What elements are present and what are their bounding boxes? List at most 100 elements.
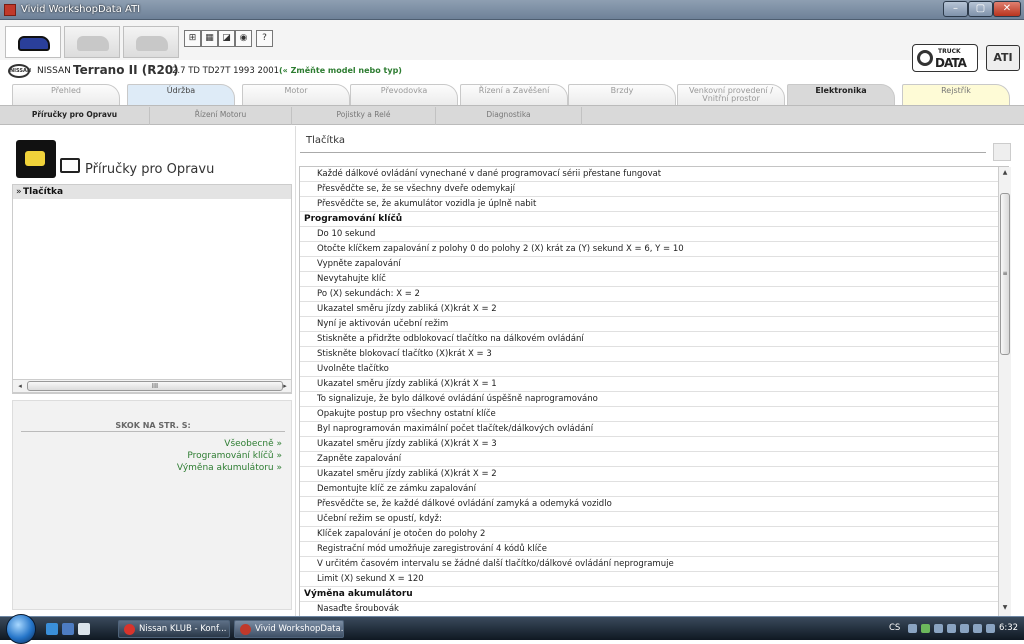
close-button[interactable]: ✕ [993,1,1021,17]
minimize-button[interactable]: – [943,1,968,17]
list-item: Do 10 sekund [300,227,1009,242]
subtab-diagnostika[interactable]: Diagnostika [436,107,582,125]
jump-to-box: SKOK NA STR. S: Všeobecně » Programování… [12,400,292,610]
tab-label: Motor [284,86,308,95]
subtab-rizeni-motoru[interactable]: Řízení Motoru [150,107,292,125]
tab-rizeni-a-zaveseni[interactable]: Řízení a Zavěšení [460,84,568,105]
tab-prehled[interactable]: Přehled [12,84,120,105]
car-icon [18,36,50,51]
list-item: Každé dálkové ovládání vynechané v dané … [300,167,1009,182]
section-title: Příručky pro Opravu [85,162,215,177]
maximize-button[interactable]: ▢ [968,1,993,17]
tray-monitor-icon[interactable] [973,624,982,633]
show-desktop-icon[interactable] [78,623,90,635]
clock[interactable]: 6:32 [999,623,1018,633]
list-section-header: Programování klíčů [300,212,1009,227]
wiring-diagram-icon [16,140,56,178]
list-item: V určitém časovém intervalu se žádné dal… [300,557,1009,572]
window-title: Vivid WorkshopData ATI [21,4,141,15]
list-item: Ukazatel směru jízdy zabliká (X)krát X =… [300,302,1009,317]
tab-rejstrik[interactable]: Rejstřík [902,84,1010,105]
tools-icon[interactable]: ⊞ [184,30,201,47]
tray-help-icon[interactable] [908,624,917,633]
scroll-left-icon[interactable]: ◂ [14,381,26,391]
scroll-up-icon[interactable]: ▲ [1000,168,1010,178]
tab-venkovni-provedeni[interactable]: Venkovní provedení / Vnitřní prostor [677,84,785,105]
task-nissan-klub[interactable]: Nissan KLUB - Konf... [118,620,230,638]
content-panel: Tlačítka Každé dálkové ovládání vynechan… [296,126,1024,616]
globe-icon[interactable]: ◉ [235,30,252,47]
truck-mode-tab[interactable] [123,26,179,58]
list-item: To signalizuje, že bylo dálkové ovládání… [300,392,1009,407]
window-titlebar[interactable]: Vivid WorkshopData ATI – ▢ ✕ [0,0,1024,20]
list-item: Přesvědčte se, že každé dálkové ovládání… [300,497,1009,512]
list-item: Přesvědčte se, že akumulátor vozidla je … [300,197,1009,212]
tab-prevodovka[interactable]: Převodovka [350,84,458,105]
subtab-pojistky[interactable]: Pojistky a Relé [292,107,436,125]
tab-label: Brzdy [610,86,634,95]
taskbar: Nissan KLUB - Konf... Vivid WorkshopData… [0,614,1024,644]
list-item: Stiskněte a přidržte odblokovací tlačítk… [300,332,1009,347]
tab-label: Elektronika [815,86,867,95]
ie-icon[interactable] [46,623,58,635]
tray-device-icon[interactable] [960,624,969,633]
instruction-list: Každé dálkové ovládání vynechané v dané … [299,166,1009,616]
list-item: Nyní je aktivován učební režim [300,317,1009,332]
app-icon [240,624,251,635]
subtab-prirucky[interactable]: Příručky pro Opravu [0,107,150,125]
print-icon[interactable]: ▦ [201,30,218,47]
tab-label: Převodovka [380,86,428,95]
tab-label-line2: Vnitřní prostor [702,94,760,103]
scroll-thumb[interactable]: ≡ [1000,193,1010,355]
tree-horizontal-scrollbar[interactable]: ◂ III ▸ [12,379,292,393]
firefox-icon[interactable] [62,623,74,635]
scroll-thumb[interactable]: III [27,381,283,391]
change-model-link[interactable]: (« Změňte model nebo typ) [279,66,402,75]
content-vertical-scrollbar[interactable]: ▲ ≡ ▼ [998,167,1011,616]
tab-label: Řízení a Zavěšení [478,86,550,95]
vehicle-model: Terrano II (R20) [73,63,179,77]
jump-link-programovani[interactable]: Programování klíčů » [187,451,282,461]
opera-icon [124,624,135,635]
vehicle-make: NISSAN [37,66,71,76]
motorcycle-icon [77,36,109,51]
print-page-icon[interactable] [993,143,1011,161]
tray-security-icon[interactable] [934,624,943,633]
scroll-right-icon[interactable]: ▸ [279,381,291,391]
tab-brzdy[interactable]: Brzdy [568,84,676,105]
tab-motor[interactable]: Motor [242,84,350,105]
tab-elektronika[interactable]: Elektronika [787,84,895,105]
tray-update-icon[interactable] [947,624,956,633]
list-item: Ukazatel směru jízdy zabliká (X)krát X =… [300,377,1009,392]
jump-link-vymena[interactable]: Výměna akumulátoru » [177,463,282,473]
tray-network-icon[interactable] [921,624,930,633]
scroll-down-icon[interactable]: ▼ [1000,603,1010,613]
jump-link-vseobecne[interactable]: Všeobecně » [224,439,282,449]
divider [21,431,285,432]
content-title: Tlačítka [306,135,345,146]
divider [300,152,986,153]
language-indicator[interactable]: CS [889,623,900,633]
logo-text-small: TRUCK [938,48,961,55]
tab-label: Údržba [166,86,196,95]
help-icon[interactable]: ? [256,30,273,47]
list-item: Stiskněte blokovací tlačítko (X)krát X =… [300,347,1009,362]
tray-volume-icon[interactable] [986,624,995,633]
truck-icon [136,36,168,51]
edit-icon[interactable]: ◪ [218,30,235,47]
sub-tabs: Příručky pro Opravu Řízení Motoru Pojist… [0,105,1024,125]
list-item: Nevytahujte klíč [300,272,1009,287]
topic-tree: Tlačítka [12,184,292,394]
motorcycle-mode-tab[interactable] [64,26,120,58]
task-vivid-workshopdata[interactable]: Vivid WorkshopData... [234,620,344,638]
task-label: Nissan KLUB - Konf... [139,624,227,634]
car-mode-tab[interactable] [5,26,61,58]
list-item: Přesvědčte se, že se všechny dveře odemy… [300,182,1009,197]
app-icon [4,4,16,16]
tab-udrzba[interactable]: Údržba [127,84,235,105]
toolbar: ⊞ ▦ ◪ ◉ ? TRUCK DATA ATI [0,20,1024,72]
tab-label: Rejstřík [941,86,971,95]
nissan-logo-icon: NISSAN [8,64,31,78]
tree-item-tlacitka[interactable]: Tlačítka [13,185,291,199]
list-item: Klíček zapalování je otočen do polohy 2 [300,527,1009,542]
